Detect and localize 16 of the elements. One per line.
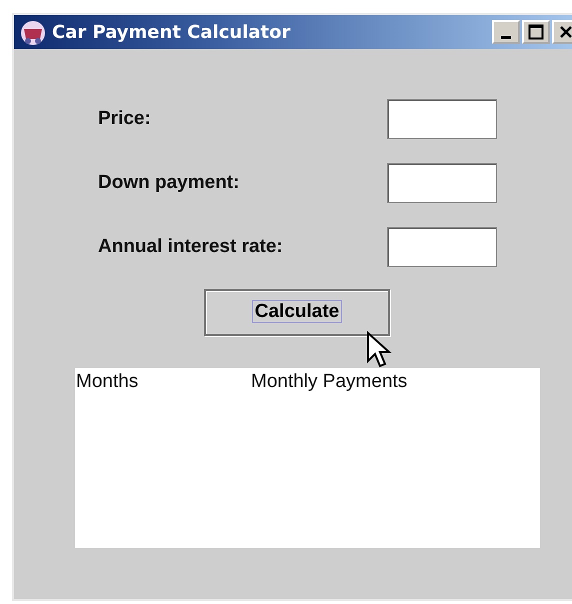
field-label: Down payment: [98, 170, 240, 195]
column-header: Months [75, 370, 140, 393]
field-label: Annual interest rate: [98, 234, 284, 259]
input-field[interactable] [387, 227, 497, 267]
minimize-button[interactable] [492, 20, 520, 44]
input-field[interactable] [387, 163, 497, 203]
close-icon [559, 25, 572, 39]
window-title: Car Payment Calculator [52, 20, 292, 44]
maximize-button[interactable] [522, 20, 550, 44]
maximize-icon [528, 24, 544, 40]
close-button[interactable] [552, 20, 572, 44]
input-field[interactable] [387, 99, 497, 139]
minimize-icon [501, 36, 511, 38]
calculate-button[interactable]: Calculate [204, 289, 390, 336]
column-header: Monthly Payments [251, 370, 408, 393]
field-label: Price: [98, 106, 152, 131]
